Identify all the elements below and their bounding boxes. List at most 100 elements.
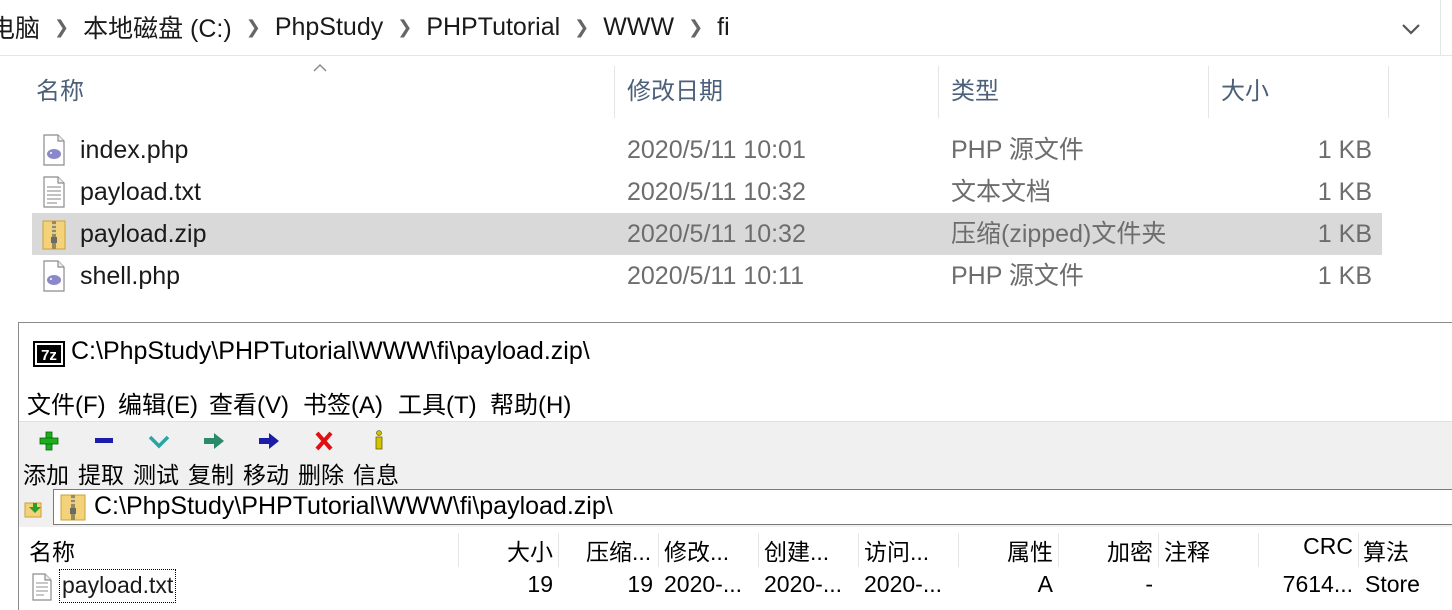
add-icon bbox=[39, 431, 59, 451]
info-label: 信息 bbox=[353, 462, 399, 488]
copy-button[interactable]: 复制 bbox=[188, 426, 240, 488]
add-label: 添加 bbox=[23, 462, 69, 488]
list-col-modified[interactable]: 修改... bbox=[664, 533, 729, 567]
column-header-modified[interactable]: 修改日期 bbox=[627, 64, 723, 120]
chevron-right-icon[interactable]: ❯ bbox=[44, 17, 79, 38]
info-icon bbox=[375, 430, 383, 450]
file-name[interactable]: shell.php bbox=[80, 255, 180, 297]
list-col-crc[interactable]: CRC bbox=[1259, 533, 1353, 560]
column-header-name[interactable]: 名称 bbox=[36, 64, 84, 120]
text-file-icon bbox=[32, 573, 52, 601]
list-col-packed[interactable]: 压缩... bbox=[586, 533, 651, 567]
move-button[interactable]: 移动 bbox=[243, 426, 295, 488]
file-name[interactable]: payload.zip bbox=[80, 213, 206, 255]
file-size: 1 KB bbox=[1317, 178, 1372, 206]
column-divider[interactable] bbox=[1358, 533, 1359, 567]
column-header-type[interactable]: 类型 bbox=[951, 64, 999, 120]
column-divider[interactable] bbox=[558, 533, 559, 567]
column-divider[interactable] bbox=[658, 533, 659, 567]
zip-folder-icon bbox=[42, 220, 66, 250]
file-modified: 2020/5/11 10:11 bbox=[627, 262, 805, 290]
add-button[interactable]: 添加 bbox=[23, 426, 75, 488]
list-col-size[interactable]: 大小 bbox=[459, 533, 553, 567]
sevenzip-logo-icon: 7z bbox=[33, 341, 65, 367]
delete-icon bbox=[315, 431, 333, 451]
list-col-name[interactable]: 名称 bbox=[29, 533, 75, 567]
test-label: 测试 bbox=[133, 462, 179, 488]
list-header: 名称 大小 压缩... 修改... 创建... 访问... 属性 加密 注释 C… bbox=[19, 531, 1452, 569]
address-bar[interactable]: 电脑 ❯ 本地磁盘 (C:) ❯ PhpStudy ❯ PHPTutorial … bbox=[0, 0, 1452, 56]
menu-view[interactable]: 查看(V) bbox=[209, 385, 289, 420]
chevron-right-icon[interactable]: ❯ bbox=[387, 17, 422, 38]
list-col-comment[interactable]: 注释 bbox=[1164, 533, 1210, 567]
file-row[interactable]: shell.php 2020/5/11 10:11 PHP 源文件 1 KB bbox=[32, 255, 1382, 297]
column-divider[interactable] bbox=[1158, 533, 1159, 567]
row-modified: 2020-... bbox=[664, 571, 742, 597]
chevron-down-icon[interactable] bbox=[1396, 14, 1426, 44]
row-method: Store bbox=[1365, 571, 1420, 597]
text-file-icon bbox=[43, 176, 65, 208]
list-col-encrypted[interactable]: 加密 bbox=[1059, 533, 1153, 567]
info-button[interactable]: 信息 bbox=[353, 426, 405, 488]
menu-file[interactable]: 文件(F) bbox=[27, 385, 106, 420]
list-col-accessed[interactable]: 访问... bbox=[864, 533, 929, 567]
column-header-size[interactable]: 大小 bbox=[1221, 64, 1269, 120]
file-row[interactable]: payload.txt 2020/5/11 10:32 文本文档 1 KB bbox=[32, 171, 1382, 213]
breadcrumb-item-www[interactable]: WWW bbox=[599, 13, 678, 42]
menu-help[interactable]: 帮助(H) bbox=[490, 385, 571, 420]
row-encrypted: - bbox=[1145, 571, 1153, 597]
list-col-attributes[interactable]: 属性 bbox=[959, 533, 1053, 567]
row-name[interactable]: payload.txt bbox=[59, 569, 177, 603]
title-bar[interactable]: 7z C:\PhpStudy\PHPTutorial\WWW\fi\payloa… bbox=[19, 323, 1452, 381]
extract-icon bbox=[95, 438, 113, 443]
svg-text:7z: 7z bbox=[41, 347, 57, 364]
test-icon bbox=[148, 435, 170, 449]
move-label: 移动 bbox=[243, 462, 289, 488]
column-divider[interactable] bbox=[858, 533, 859, 567]
php-file-icon bbox=[43, 260, 65, 292]
delete-button[interactable]: 删除 bbox=[298, 426, 350, 488]
toolbar: 添加 提取 测试 复制 移动 删除 信息 bbox=[19, 421, 1452, 488]
folder-up-icon[interactable] bbox=[23, 495, 45, 521]
path-text: C:\PhpStudy\PHPTutorial\WWW\fi\payload.z… bbox=[94, 492, 613, 520]
path-input[interactable]: C:\PhpStudy\PHPTutorial\WWW\fi\payload.z… bbox=[53, 489, 1452, 525]
column-divider[interactable] bbox=[1208, 66, 1209, 118]
file-name[interactable]: index.php bbox=[80, 129, 188, 171]
menu-bookmarks[interactable]: 书签(A) bbox=[303, 385, 383, 420]
file-size: 1 KB bbox=[1317, 220, 1372, 248]
move-icon bbox=[259, 433, 279, 449]
delete-label: 删除 bbox=[298, 462, 344, 488]
breadcrumb-item-phptutorial[interactable]: PHPTutorial bbox=[422, 13, 564, 42]
copy-icon bbox=[204, 433, 224, 449]
row-attributes: A bbox=[1037, 571, 1053, 597]
column-divider[interactable] bbox=[1388, 66, 1389, 118]
chevron-right-icon[interactable]: ❯ bbox=[236, 17, 271, 38]
breadcrumb-item-fi[interactable]: fi bbox=[713, 13, 734, 42]
row-created: 2020-... bbox=[764, 571, 842, 597]
menu-tools[interactable]: 工具(T) bbox=[398, 385, 477, 420]
file-size: 1 KB bbox=[1317, 262, 1372, 290]
row-crc: 7614... bbox=[1282, 571, 1353, 597]
file-type: 文本文档 bbox=[951, 178, 1052, 206]
chevron-right-icon[interactable]: ❯ bbox=[564, 17, 599, 38]
column-divider[interactable] bbox=[758, 533, 759, 567]
list-col-method[interactable]: 算法 bbox=[1363, 533, 1409, 567]
extract-button[interactable]: 提取 bbox=[78, 426, 130, 488]
file-row-selected[interactable]: payload.zip 2020/5/11 10:32 压缩(zipped)文件… bbox=[32, 213, 1382, 255]
test-button[interactable]: 测试 bbox=[133, 426, 185, 488]
column-divider[interactable] bbox=[938, 66, 939, 118]
chevron-right-icon[interactable]: ❯ bbox=[678, 17, 713, 38]
list-col-created[interactable]: 创建... bbox=[764, 533, 829, 567]
file-size: 1 KB bbox=[1317, 136, 1372, 164]
file-row[interactable]: index.php 2020/5/11 10:01 PHP 源文件 1 KB bbox=[32, 129, 1382, 171]
menu-edit[interactable]: 编辑(E) bbox=[118, 385, 198, 420]
column-divider[interactable] bbox=[614, 66, 615, 118]
file-modified: 2020/5/11 10:32 bbox=[627, 220, 806, 248]
row-accessed: 2020-... bbox=[864, 571, 942, 597]
breadcrumb-item-phpstudy[interactable]: PhpStudy bbox=[271, 13, 387, 42]
breadcrumb-item-drive[interactable]: 本地磁盘 (C:) bbox=[79, 9, 236, 45]
window-title: C:\PhpStudy\PHPTutorial\WWW\fi\payload.z… bbox=[71, 337, 590, 365]
breadcrumb-item-pc[interactable]: 电脑 bbox=[0, 9, 44, 45]
file-name[interactable]: payload.txt bbox=[80, 171, 201, 213]
table-row[interactable]: payload.txt 19 19 2020-... 2020-... 2020… bbox=[19, 569, 1452, 607]
